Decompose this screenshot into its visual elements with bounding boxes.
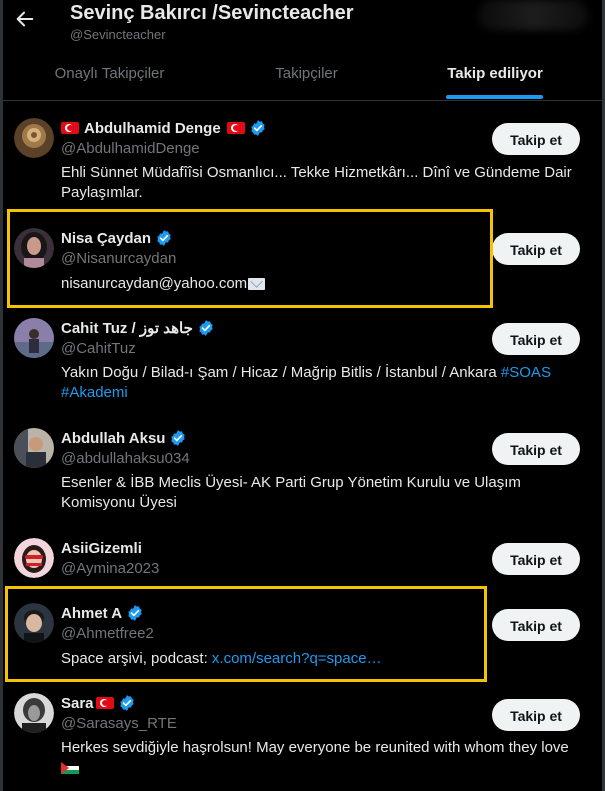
follow-button[interactable]: Takip et (492, 123, 580, 155)
user-name[interactable]: AsiiGizemli (61, 540, 142, 557)
avatar[interactable] (14, 693, 54, 733)
tab-followers[interactable]: Takipçiler (238, 56, 375, 100)
highlight-box (7, 209, 493, 308)
user-cell[interactable]: AsiiGizemli @Aymina2023 Takip et (3, 530, 602, 588)
name-line: Cahit Tuz / جاهد توز (61, 318, 215, 338)
hashtag-link[interactable]: #Akademi (61, 384, 128, 401)
page-header: Sevinç Bakırcı /Sevincteacher @Sevinctea… (0, 0, 605, 56)
follow-button[interactable]: Takip et (492, 433, 580, 465)
user-handle: @Sarasays_RTE (61, 715, 177, 732)
user-handle: @Aymina2023 (61, 560, 160, 577)
name-line: Sara (61, 693, 136, 713)
follow-button[interactable]: Takip et (492, 543, 580, 575)
user-name[interactable]: Cahit Tuz / جاهد توز (61, 319, 193, 337)
user-bio: Ehli Sünnet Müdafîîsi Osmanlıcı... Tekke… (61, 164, 572, 201)
user-handle: @AbdulhamidDenge (61, 140, 200, 157)
follow-button[interactable]: Takip et (492, 323, 580, 355)
hashtag-link[interactable]: #SOAS (501, 364, 551, 381)
back-arrow-icon[interactable] (14, 8, 36, 30)
verified-badge-icon (199, 320, 213, 336)
follow-button[interactable]: Takip et (492, 233, 580, 265)
user-cell[interactable]: Cahit Tuz / جاهد توز @CahitTuz Yakın Doğ… (3, 312, 602, 420)
user-cell[interactable]: Abdullah Aksu @abdullahaksu034 Esenler &… (3, 420, 602, 530)
user-bio-line: Yakın Doğu / Bilad-ı Şam / Hicaz / Mağri… (61, 363, 586, 403)
avatar[interactable] (14, 538, 54, 578)
user-name[interactable]: Abdulhamid Denge (84, 120, 221, 137)
highlight-box (5, 586, 487, 682)
page-title: Sevinç Bakırcı /Sevincteacher (70, 2, 354, 24)
verified-badge-icon (171, 430, 186, 446)
user-bio-line: Herkes sevdiğiyle haşrolsun! May everyon… (61, 738, 586, 778)
user-handle: @CahitTuz (61, 340, 136, 357)
name-line: Abdulhamid Denge (61, 118, 267, 138)
tab-verified-followers[interactable]: Onaylı Takipçiler (28, 56, 191, 100)
turkey-flag-icon (61, 122, 79, 134)
verified-badge-icon (250, 120, 265, 136)
avatar[interactable] (14, 318, 54, 358)
name-line: AsiiGizemli (61, 538, 142, 558)
user-name[interactable]: Sara (61, 695, 94, 712)
avatar[interactable] (14, 118, 54, 158)
turkey-flag-icon (226, 122, 245, 134)
palestine-flag-icon (61, 762, 79, 775)
user-bio: Esenler & İBB Meclis Üyesi- AK Parti Gru… (61, 474, 521, 511)
user-bio: Yakın Doğu / Bilad-ı Şam / Hicaz / Mağri… (61, 364, 501, 381)
follow-button[interactable]: Takip et (492, 699, 580, 731)
avatar[interactable] (14, 428, 54, 468)
turkey-flag-icon (95, 697, 114, 709)
tab-following[interactable]: Takip ediliyor (430, 56, 560, 100)
follow-button[interactable]: Takip et (492, 609, 580, 641)
name-line: Abdullah Aksu (61, 428, 187, 448)
user-cell[interactable]: Sara @Sarasays_RTE Herkes sevdiğiyle haş… (3, 678, 602, 791)
user-cell[interactable]: Abdulhamid Denge @AbdulhamidDenge Ehli S… (3, 101, 602, 209)
user-handle: @abdullahaksu034 (61, 450, 190, 467)
user-bio: Herkes sevdiğiyle haşrolsun! May everyon… (61, 739, 569, 756)
user-name[interactable]: Abdullah Aksu (61, 430, 165, 447)
page-handle: @Sevincteacher (70, 27, 166, 42)
active-tab-indicator (446, 95, 543, 99)
blurred-region (478, 0, 588, 30)
verified-badge-icon (119, 695, 134, 711)
